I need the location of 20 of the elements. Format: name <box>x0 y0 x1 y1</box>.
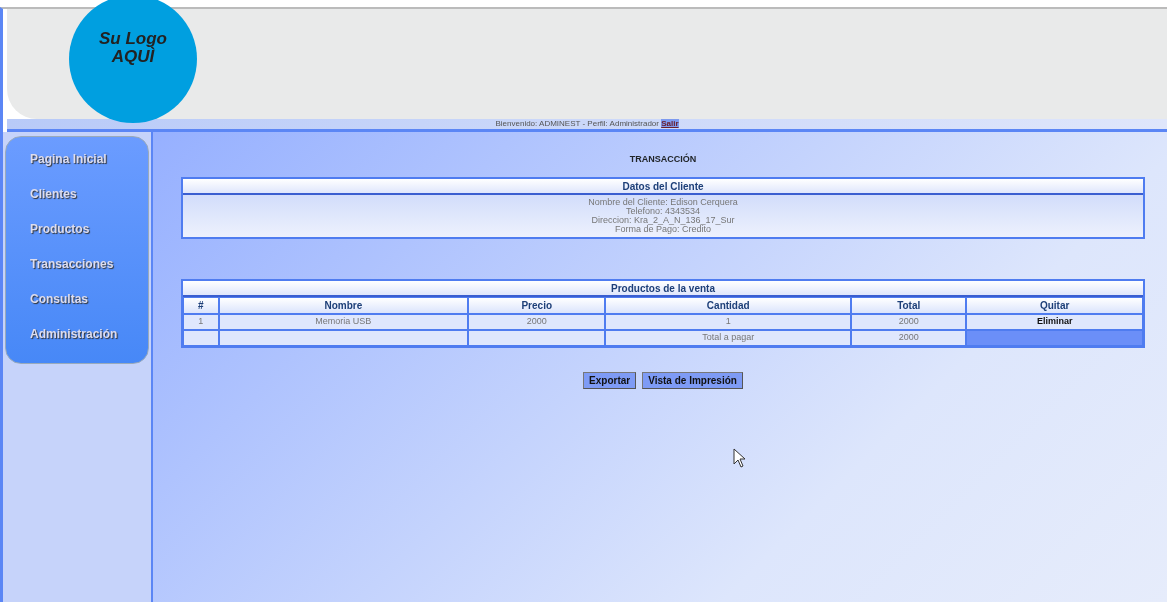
welcome-text: Bienvenido: ADMINEST - Perfil: Administrador <box>495 119 659 128</box>
action-button[interactable]: Exportar <box>583 371 637 389</box>
sidebar-item[interactable]: Clientes <box>6 182 148 217</box>
client-info-text: Forma de Pago: Credito <box>613 224 711 234</box>
sidebar-item[interactable]: Pagina Inicial <box>6 147 148 182</box>
logo-text: AQUÌ <box>111 48 155 66</box>
panel-title: Datos del Cliente <box>183 178 1143 195</box>
sidebar-item[interactable]: Administración <box>6 322 148 357</box>
panel-title: Productos de la venta <box>183 280 1143 297</box>
logout-link[interactable]: Salir <box>661 119 679 128</box>
action-button[interactable]: Vista de Impresión <box>642 371 743 389</box>
logo-text: Su Logo <box>99 30 167 48</box>
client-info-text: Telefono: 4343534 <box>624 206 701 216</box>
sidebar-item[interactable]: Consultas <box>6 287 148 322</box>
page-title: TRANSACCIÓN <box>628 153 698 166</box>
client-info-text: Direccion: Kra_2_A_N_136_17_Sur <box>590 215 736 225</box>
cursor-icon <box>733 448 746 468</box>
sidebar-item[interactable]: Productos <box>6 217 148 252</box>
sidebar-item[interactable]: Transacciones <box>6 252 148 287</box>
client-info-text: Nombre del Cliente: Edison Cerquera <box>587 197 739 207</box>
